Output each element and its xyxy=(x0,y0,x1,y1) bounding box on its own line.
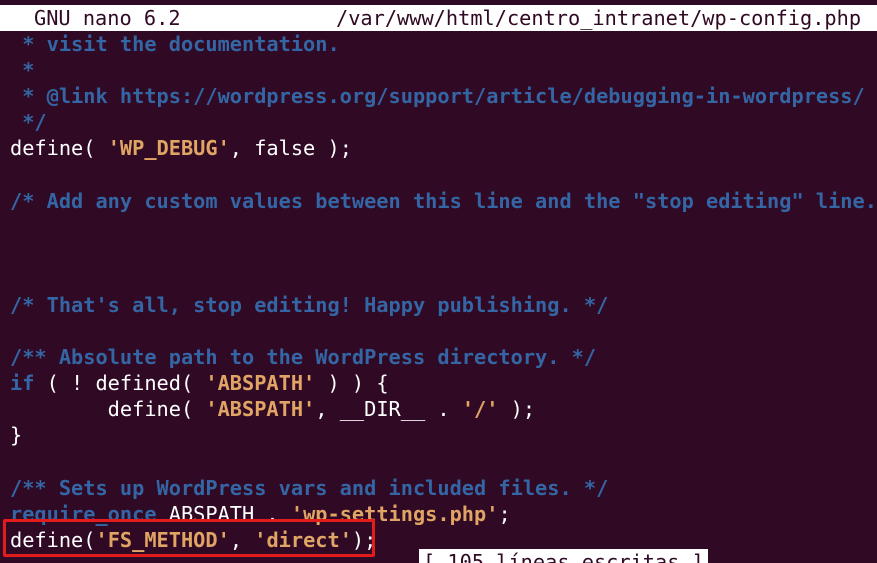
code-token-plain: , xyxy=(229,527,255,552)
app-name-label: GNU nano 6.2 xyxy=(34,6,181,30)
code-line[interactable] xyxy=(10,161,877,187)
code-token-plain: define( xyxy=(10,397,206,422)
nano-editor-window[interactable]: GNU nano 6.2 /var/www/html/centro_intran… xyxy=(0,0,877,563)
code-line[interactable]: define( 'WP_DEBUG', false ); xyxy=(10,135,877,161)
code-token-comment: /** Absolute path to the WordPress direc… xyxy=(10,345,597,370)
code-line[interactable]: * @link https://wordpress.org/support/ar… xyxy=(10,83,877,109)
code-line[interactable]: /** Absolute path to the WordPress direc… xyxy=(10,344,877,370)
code-token-keyword: require_once xyxy=(10,501,157,526)
code-token-string: 'ABSPATH' xyxy=(205,371,316,396)
code-line[interactable]: /* That's all, stop editing! Happy publi… xyxy=(10,292,877,318)
code-token-string: 'ABSPATH' xyxy=(205,397,316,422)
code-token-comment: /* Add any custom values between this li… xyxy=(10,188,877,213)
code-token-plain: ); xyxy=(498,397,536,422)
code-line[interactable] xyxy=(10,240,877,266)
code-token-comment: /* That's all, stop editing! Happy publi… xyxy=(10,292,609,317)
code-token-plain: define( xyxy=(10,136,108,161)
code-token-plain: , false ); xyxy=(229,136,352,161)
code-token-comment: * visit the documentation. xyxy=(10,32,340,56)
code-token-comment: /** Sets up WordPress vars and included … xyxy=(10,475,609,500)
code-token-plain: define( xyxy=(10,527,96,552)
code-line[interactable] xyxy=(10,214,877,240)
code-line[interactable]: /** Sets up WordPress vars and included … xyxy=(10,475,877,501)
code-editor-area[interactable]: * visit the documentation. * * @link htt… xyxy=(10,31,877,553)
code-line[interactable]: require_once ABSPATH . 'wp-settings.php'… xyxy=(10,501,877,527)
code-line[interactable]: * xyxy=(10,57,877,83)
code-token-comment: * @link https://wordpress.org/support/ar… xyxy=(10,84,865,109)
code-token-string: 'direct' xyxy=(254,527,352,552)
code-token-string: '/' xyxy=(461,397,499,422)
code-token-plain: ( ! defined( xyxy=(34,371,206,396)
code-line[interactable]: define( 'ABSPATH', __DIR__ . '/' ); xyxy=(10,396,877,422)
code-line[interactable]: if ( ! defined( 'ABSPATH' ) ) { xyxy=(10,370,877,396)
code-line[interactable] xyxy=(10,449,877,475)
code-token-string: 'FS_METHOD' xyxy=(95,527,230,552)
code-line[interactable]: * visit the documentation. xyxy=(10,31,877,57)
code-token-plain: ; xyxy=(498,501,511,526)
file-path-label: /var/www/html/centro_intranet/wp-config.… xyxy=(336,6,862,30)
nano-title-bar: GNU nano 6.2 /var/www/html/centro_intran… xyxy=(0,5,877,31)
code-line[interactable]: */ xyxy=(10,109,877,135)
code-token-plain: ); xyxy=(351,527,377,552)
code-token-comment: * xyxy=(10,58,35,83)
code-line[interactable] xyxy=(10,318,877,344)
code-line[interactable]: /* Add any custom values between this li… xyxy=(10,188,877,214)
code-token-string: 'wp-settings.php' xyxy=(290,501,499,526)
code-line[interactable]: } xyxy=(10,422,877,448)
code-token-string: 'WP_DEBUG' xyxy=(107,136,230,161)
code-token-comment: */ xyxy=(10,110,47,135)
code-token-plain: } xyxy=(10,423,23,448)
code-line[interactable] xyxy=(10,266,877,292)
status-message: [ 105 líneas escritas ] xyxy=(419,549,708,563)
code-token-plain: ABSPATH . xyxy=(156,501,291,526)
code-token-plain: ) ) { xyxy=(315,371,389,396)
code-token-keyword: if xyxy=(10,371,35,396)
code-token-plain: , __DIR__ . xyxy=(315,397,462,422)
